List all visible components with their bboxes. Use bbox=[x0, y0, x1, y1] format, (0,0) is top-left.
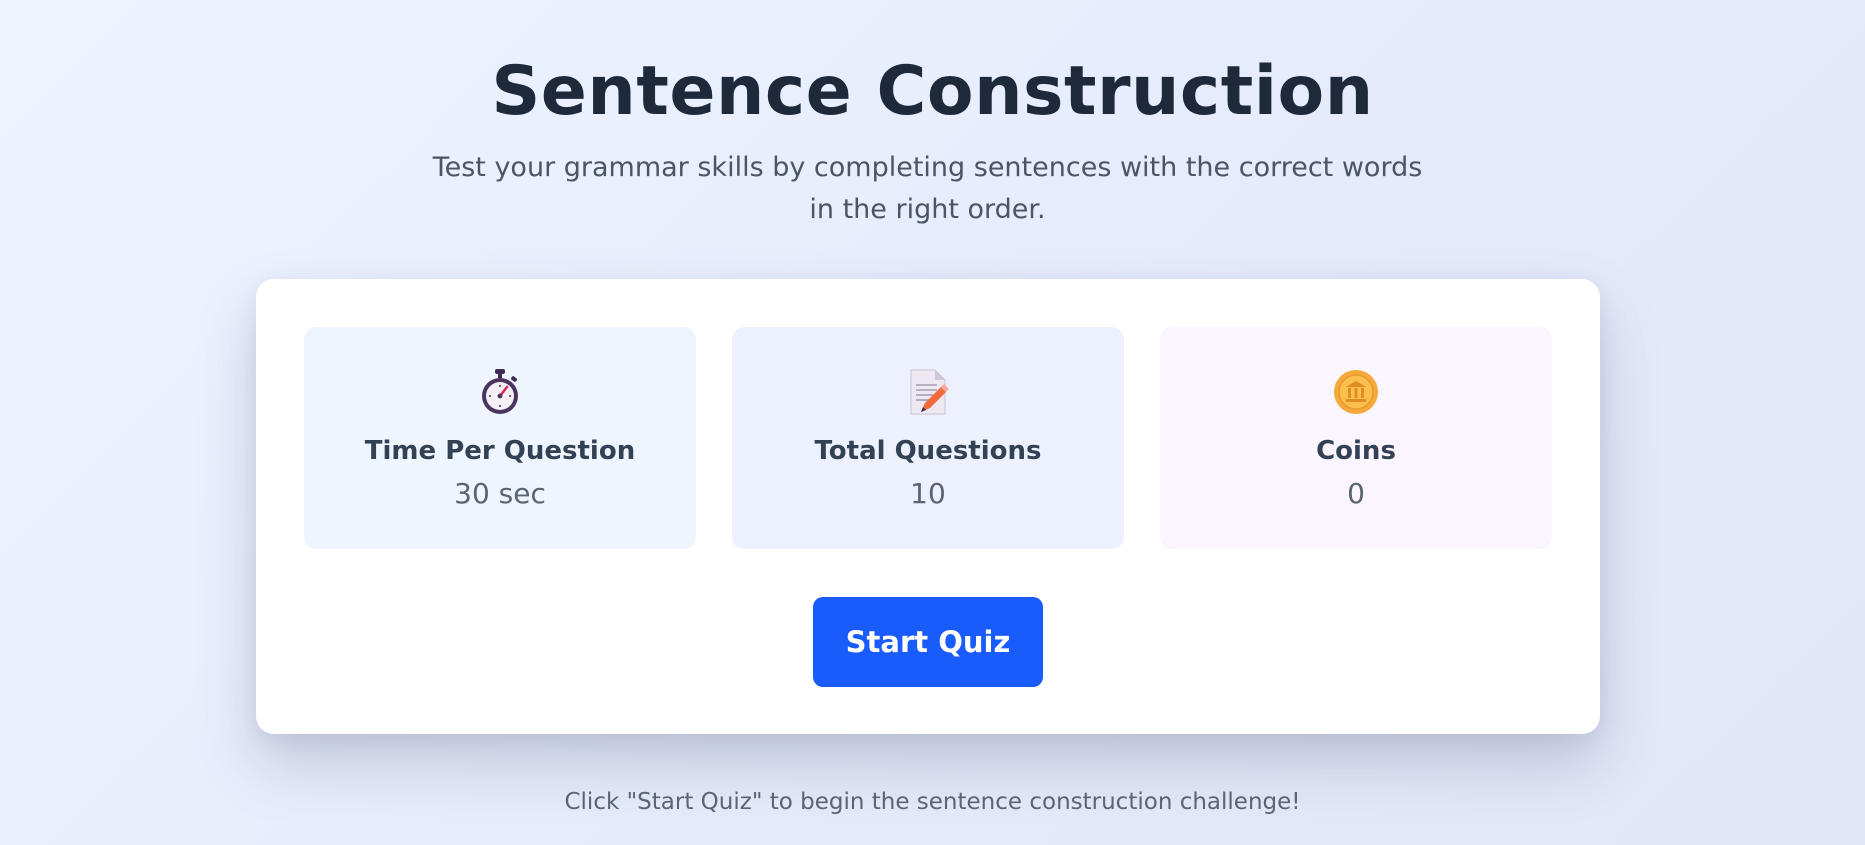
stat-label: Coins bbox=[1316, 436, 1396, 466]
memo-icon bbox=[732, 367, 1124, 417]
stat-value: 10 bbox=[910, 477, 946, 510]
quiz-info-card: Time Per Question 30 sec Total Questions bbox=[256, 279, 1600, 734]
stat-value: 0 bbox=[1347, 477, 1365, 510]
start-quiz-button[interactable]: Start Quiz bbox=[813, 597, 1043, 687]
stat-value: 30 sec bbox=[454, 477, 546, 510]
page-title: Sentence Construction bbox=[491, 52, 1374, 131]
coin-icon bbox=[1160, 367, 1552, 417]
stat-time-per-question: Time Per Question 30 sec bbox=[304, 327, 696, 549]
stat-total-questions: Total Questions 10 bbox=[732, 327, 1124, 549]
stat-label: Total Questions bbox=[814, 436, 1042, 466]
footer-hint: Click "Start Quiz" to begin the sentence… bbox=[564, 789, 1301, 815]
page-subtitle: Test your grammar skills by completing s… bbox=[432, 152, 1423, 225]
stat-label: Time Per Question bbox=[364, 436, 636, 466]
stopwatch-icon bbox=[304, 367, 696, 417]
quiz-intro-page: Sentence Construction Test your grammar … bbox=[0, 0, 1865, 845]
stat-coins: Coins 0 bbox=[1160, 327, 1552, 549]
